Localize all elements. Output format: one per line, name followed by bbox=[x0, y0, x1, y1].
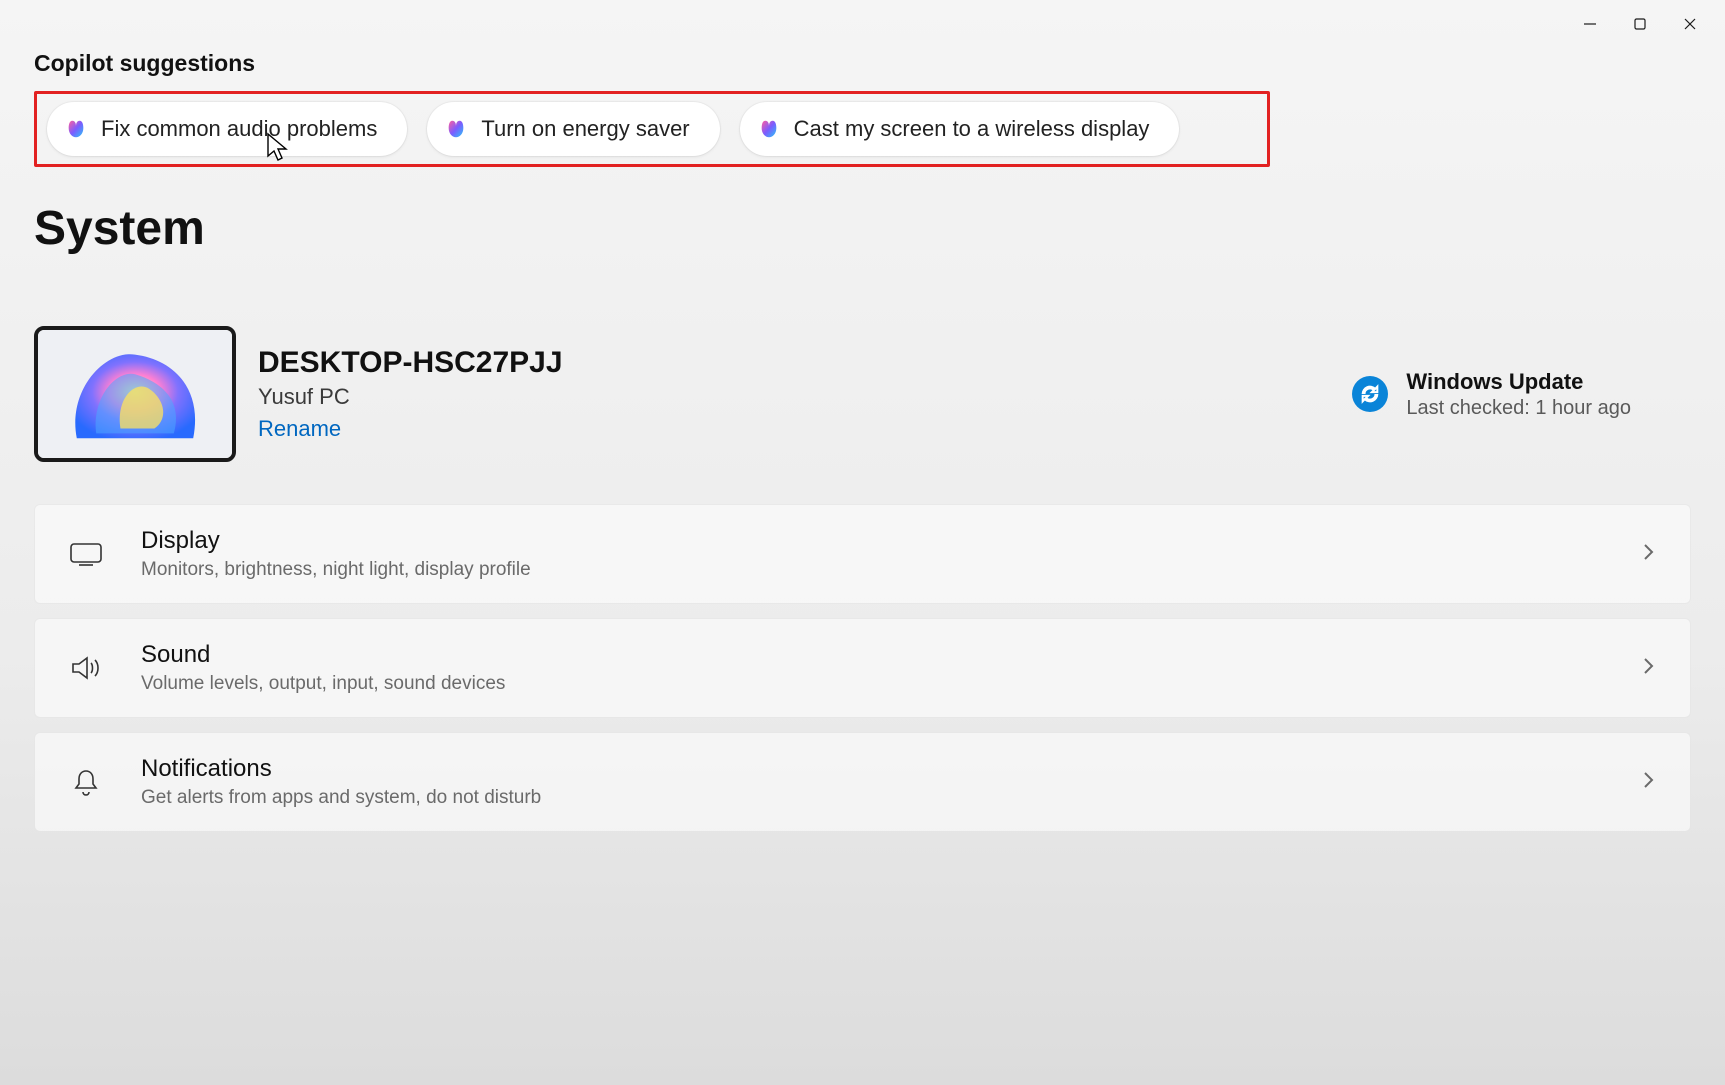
setting-desc: Volume levels, output, input, sound devi… bbox=[141, 673, 505, 695]
setting-display[interactable]: Display Monitors, brightness, night ligh… bbox=[34, 504, 1691, 604]
copilot-pill-audio[interactable]: Fix common audio problems bbox=[47, 102, 407, 156]
maximize-button[interactable] bbox=[1617, 8, 1663, 40]
device-name: DESKTOP-HSC27PJJ bbox=[258, 346, 563, 380]
copilot-label: Copilot suggestions bbox=[34, 50, 1691, 77]
copilot-pill-energy[interactable]: Turn on energy saver bbox=[427, 102, 719, 156]
window-controls bbox=[1555, 0, 1725, 48]
setting-sound[interactable]: Sound Volume levels, output, input, soun… bbox=[34, 618, 1691, 718]
minimize-button[interactable] bbox=[1567, 8, 1613, 40]
setting-desc: Get alerts from apps and system, do not … bbox=[141, 787, 541, 809]
copilot-pill-cast[interactable]: Cast my screen to a wireless display bbox=[740, 102, 1180, 156]
refresh-icon bbox=[1352, 376, 1388, 412]
display-icon bbox=[69, 541, 103, 567]
copilot-suggestions-row: Fix common audio problems Turn on energy… bbox=[34, 91, 1270, 167]
copilot-pill-label: Fix common audio problems bbox=[101, 116, 377, 142]
copilot-icon bbox=[65, 118, 87, 140]
setting-desc: Monitors, brightness, night light, displ… bbox=[141, 559, 531, 581]
update-title: Windows Update bbox=[1406, 369, 1631, 395]
setting-title: Display bbox=[141, 527, 531, 555]
windows-update-block[interactable]: Windows Update Last checked: 1 hour ago bbox=[1352, 369, 1691, 420]
rename-link[interactable]: Rename bbox=[258, 416, 341, 442]
chevron-right-icon bbox=[1640, 656, 1656, 681]
close-button[interactable] bbox=[1667, 8, 1713, 40]
copilot-icon bbox=[445, 118, 467, 140]
setting-title: Sound bbox=[141, 641, 505, 669]
device-thumbnail[interactable] bbox=[34, 326, 236, 462]
chevron-right-icon bbox=[1640, 542, 1656, 567]
device-owner: Yusuf PC bbox=[258, 384, 563, 410]
device-meta: DESKTOP-HSC27PJJ Yusuf PC Rename bbox=[258, 346, 563, 442]
setting-notifications[interactable]: Notifications Get alerts from apps and s… bbox=[34, 732, 1691, 832]
sound-icon bbox=[69, 654, 103, 682]
copilot-pill-label: Cast my screen to a wireless display bbox=[794, 116, 1150, 142]
update-status: Last checked: 1 hour ago bbox=[1406, 397, 1631, 420]
bell-icon bbox=[69, 767, 103, 797]
copilot-pill-label: Turn on energy saver bbox=[481, 116, 689, 142]
setting-title: Notifications bbox=[141, 755, 541, 783]
device-info-row: DESKTOP-HSC27PJJ Yusuf PC Rename Windows… bbox=[34, 326, 1691, 462]
chevron-right-icon bbox=[1640, 770, 1656, 795]
copilot-icon bbox=[758, 118, 780, 140]
page-title: System bbox=[34, 201, 1691, 256]
settings-list: Display Monitors, brightness, night ligh… bbox=[34, 504, 1691, 832]
